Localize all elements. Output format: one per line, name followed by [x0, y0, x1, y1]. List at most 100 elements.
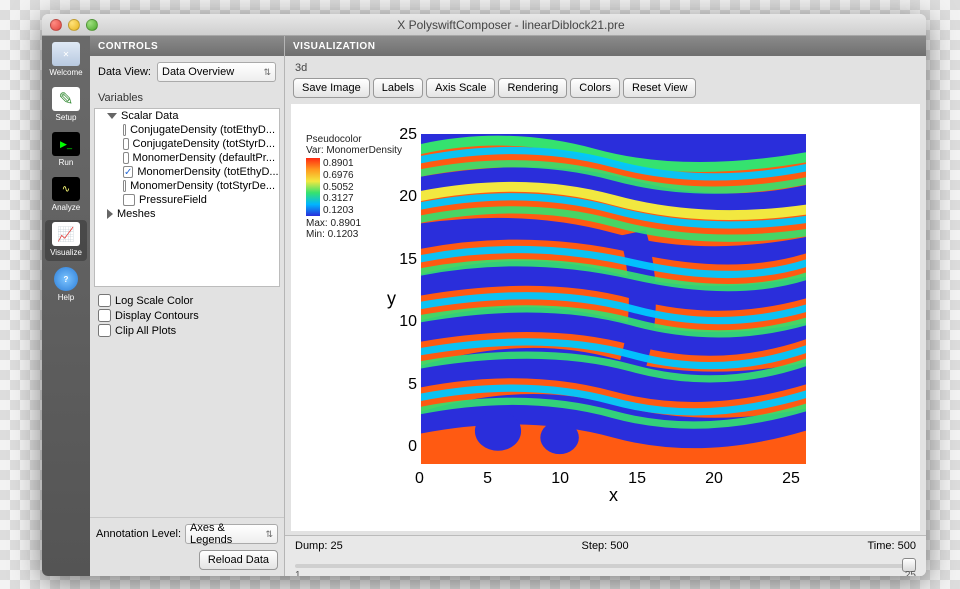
- colorbar-tick: 0.1203: [323, 205, 354, 216]
- button-label: Reload Data: [208, 554, 269, 566]
- sidebar-item-label: Run: [59, 158, 74, 167]
- visualization-header: VISUALIZATION: [285, 36, 926, 56]
- reset-view-button[interactable]: Reset View: [623, 78, 696, 98]
- tick-label: 5: [391, 376, 417, 394]
- tick-label: 0: [415, 470, 424, 488]
- checkbox-icon[interactable]: [123, 180, 126, 192]
- button-label: Save Image: [302, 82, 361, 94]
- plot-options: Log Scale Color Display Contours Clip Al…: [90, 291, 284, 340]
- legend-title: Pseudocolor: [306, 134, 402, 145]
- tick-label: 0: [391, 438, 417, 456]
- tree-group-scalar[interactable]: Scalar Data: [95, 109, 279, 123]
- tree-group-meshes[interactable]: Meshes: [95, 207, 279, 221]
- chevron-right-icon: [107, 209, 113, 219]
- button-label: Axis Scale: [435, 82, 486, 94]
- status-bar: Dump: 25 Step: 500 Time: 500 1 25: [285, 535, 926, 576]
- tree-item-label: ConjugateDensity (totStyrD...: [133, 138, 275, 150]
- app-sidebar: ✕ Welcome ✎ Setup ▶_ Run ∿ Analyze 📈 Vis…: [42, 36, 90, 576]
- tree-item[interactable]: PressureField: [95, 193, 279, 207]
- tree-item[interactable]: MonomerDensity (totStyrDe...: [95, 179, 279, 193]
- help-icon: ?: [54, 267, 78, 291]
- legend-var: Var: MonomerDensity: [306, 145, 402, 156]
- controls-panel: CONTROLS Data View: Data Overview ⇅ Vari…: [90, 36, 285, 576]
- option-label: Log Scale Color: [115, 295, 193, 307]
- titlebar: X PolyswiftComposer - linearDiblock21.pr…: [42, 14, 926, 36]
- status-time: Time: 500: [867, 540, 916, 552]
- data-view-value: Data Overview: [162, 66, 234, 78]
- tree-group-label: Scalar Data: [121, 110, 178, 122]
- axis-scale-button[interactable]: Axis Scale: [426, 78, 495, 98]
- x-axis-label: x: [609, 485, 618, 506]
- welcome-icon: ✕: [52, 42, 80, 66]
- button-label: Labels: [382, 82, 414, 94]
- colorbar-tick: 0.5052: [323, 182, 354, 193]
- slider-min-label: 1: [295, 570, 301, 576]
- sidebar-item-label: Welcome: [49, 68, 82, 77]
- tick-label: 25: [782, 470, 800, 488]
- colorbar-legend: Pseudocolor Var: MonomerDensity 0.8901 0…: [306, 134, 402, 240]
- data-view-label: Data View:: [98, 66, 151, 78]
- sidebar-item-welcome[interactable]: ✕ Welcome: [45, 40, 87, 81]
- tick-label: 20: [391, 188, 417, 206]
- tick-label: 15: [391, 251, 417, 269]
- chevron-updown-icon: ⇅: [263, 67, 271, 78]
- log-scale-checkbox[interactable]: Log Scale Color: [98, 293, 276, 308]
- variable-tree[interactable]: Scalar Data ConjugateDensity (totEthyD..…: [94, 108, 280, 287]
- window-title: X PolyswiftComposer - linearDiblock21.pr…: [104, 18, 918, 32]
- app-window: X PolyswiftComposer - linearDiblock21.pr…: [42, 14, 926, 576]
- colors-button[interactable]: Colors: [570, 78, 620, 98]
- tick-label: 25: [391, 126, 417, 144]
- tree-item-label: MonomerDensity (defaultPr...: [133, 152, 275, 164]
- y-axis-ticks: 25 20 15 10 5 0: [391, 126, 417, 456]
- sidebar-item-label: Help: [58, 293, 74, 302]
- legend-max: Max: 0.8901: [306, 218, 402, 229]
- sidebar-item-setup[interactable]: ✎ Setup: [45, 85, 87, 126]
- sidebar-item-visualize[interactable]: 📈 Visualize: [45, 220, 87, 261]
- checkbox-icon[interactable]: [123, 152, 129, 164]
- annotation-level-label: Annotation Level:: [96, 528, 181, 540]
- plot-area[interactable]: Pseudocolor Var: MonomerDensity 0.8901 0…: [291, 104, 920, 531]
- colorbar-tick: 0.6976: [323, 170, 354, 181]
- tree-item-label: MonomerDensity (totStyrDe...: [130, 180, 275, 192]
- sidebar-item-analyze[interactable]: ∿ Analyze: [45, 175, 87, 216]
- checkbox-icon[interactable]: [123, 138, 129, 150]
- run-icon: ▶_: [52, 132, 80, 156]
- colorbar-tick: 0.8901: [323, 158, 354, 169]
- status-dump: Dump: 25: [295, 540, 343, 552]
- reload-data-button[interactable]: Reload Data: [199, 550, 278, 570]
- zoom-icon[interactable]: [86, 19, 98, 31]
- checkbox-icon[interactable]: [123, 124, 126, 136]
- save-image-button[interactable]: Save Image: [293, 78, 370, 98]
- minimize-icon[interactable]: [68, 19, 80, 31]
- visualization-panel: VISUALIZATION 3d Save Image Labels Axis …: [285, 36, 926, 576]
- option-label: Clip All Plots: [115, 325, 176, 337]
- data-view-select[interactable]: Data Overview ⇅: [157, 62, 276, 82]
- labels-button[interactable]: Labels: [373, 78, 423, 98]
- tree-item[interactable]: ConjugateDensity (totEthyD...: [95, 123, 279, 137]
- tree-item[interactable]: ✓MonomerDensity (totEthyD...: [95, 165, 279, 179]
- annotation-level-value: Axes & Legends: [190, 522, 265, 546]
- sidebar-item-label: Visualize: [50, 248, 82, 257]
- checkbox-icon[interactable]: [123, 194, 135, 206]
- clip-plots-checkbox[interactable]: Clip All Plots: [98, 323, 276, 338]
- tick-label: 15: [628, 470, 646, 488]
- tree-item-label: ConjugateDensity (totEthyD...: [130, 124, 275, 136]
- chevron-updown-icon: ⇅: [265, 529, 273, 540]
- sidebar-item-help[interactable]: ? Help: [45, 265, 87, 306]
- rendering-button[interactable]: Rendering: [498, 78, 567, 98]
- tree-item[interactable]: MonomerDensity (defaultPr...: [95, 151, 279, 165]
- timestep-slider[interactable]: 1 25: [295, 556, 916, 574]
- checkbox-icon[interactable]: ✓: [123, 166, 133, 178]
- analyze-icon: ∿: [52, 177, 80, 201]
- sidebar-item-run[interactable]: ▶_ Run: [45, 130, 87, 171]
- tick-label: 5: [483, 470, 492, 488]
- button-label: Rendering: [507, 82, 558, 94]
- tick-label: 10: [551, 470, 569, 488]
- annotation-level-select[interactable]: Axes & Legends ⇅: [185, 524, 278, 544]
- sidebar-item-label: Analyze: [52, 203, 80, 212]
- visualize-icon: 📈: [52, 222, 80, 246]
- button-label: Colors: [579, 82, 611, 94]
- tree-item[interactable]: ConjugateDensity (totStyrD...: [95, 137, 279, 151]
- close-icon[interactable]: [50, 19, 62, 31]
- display-contours-checkbox[interactable]: Display Contours: [98, 308, 276, 323]
